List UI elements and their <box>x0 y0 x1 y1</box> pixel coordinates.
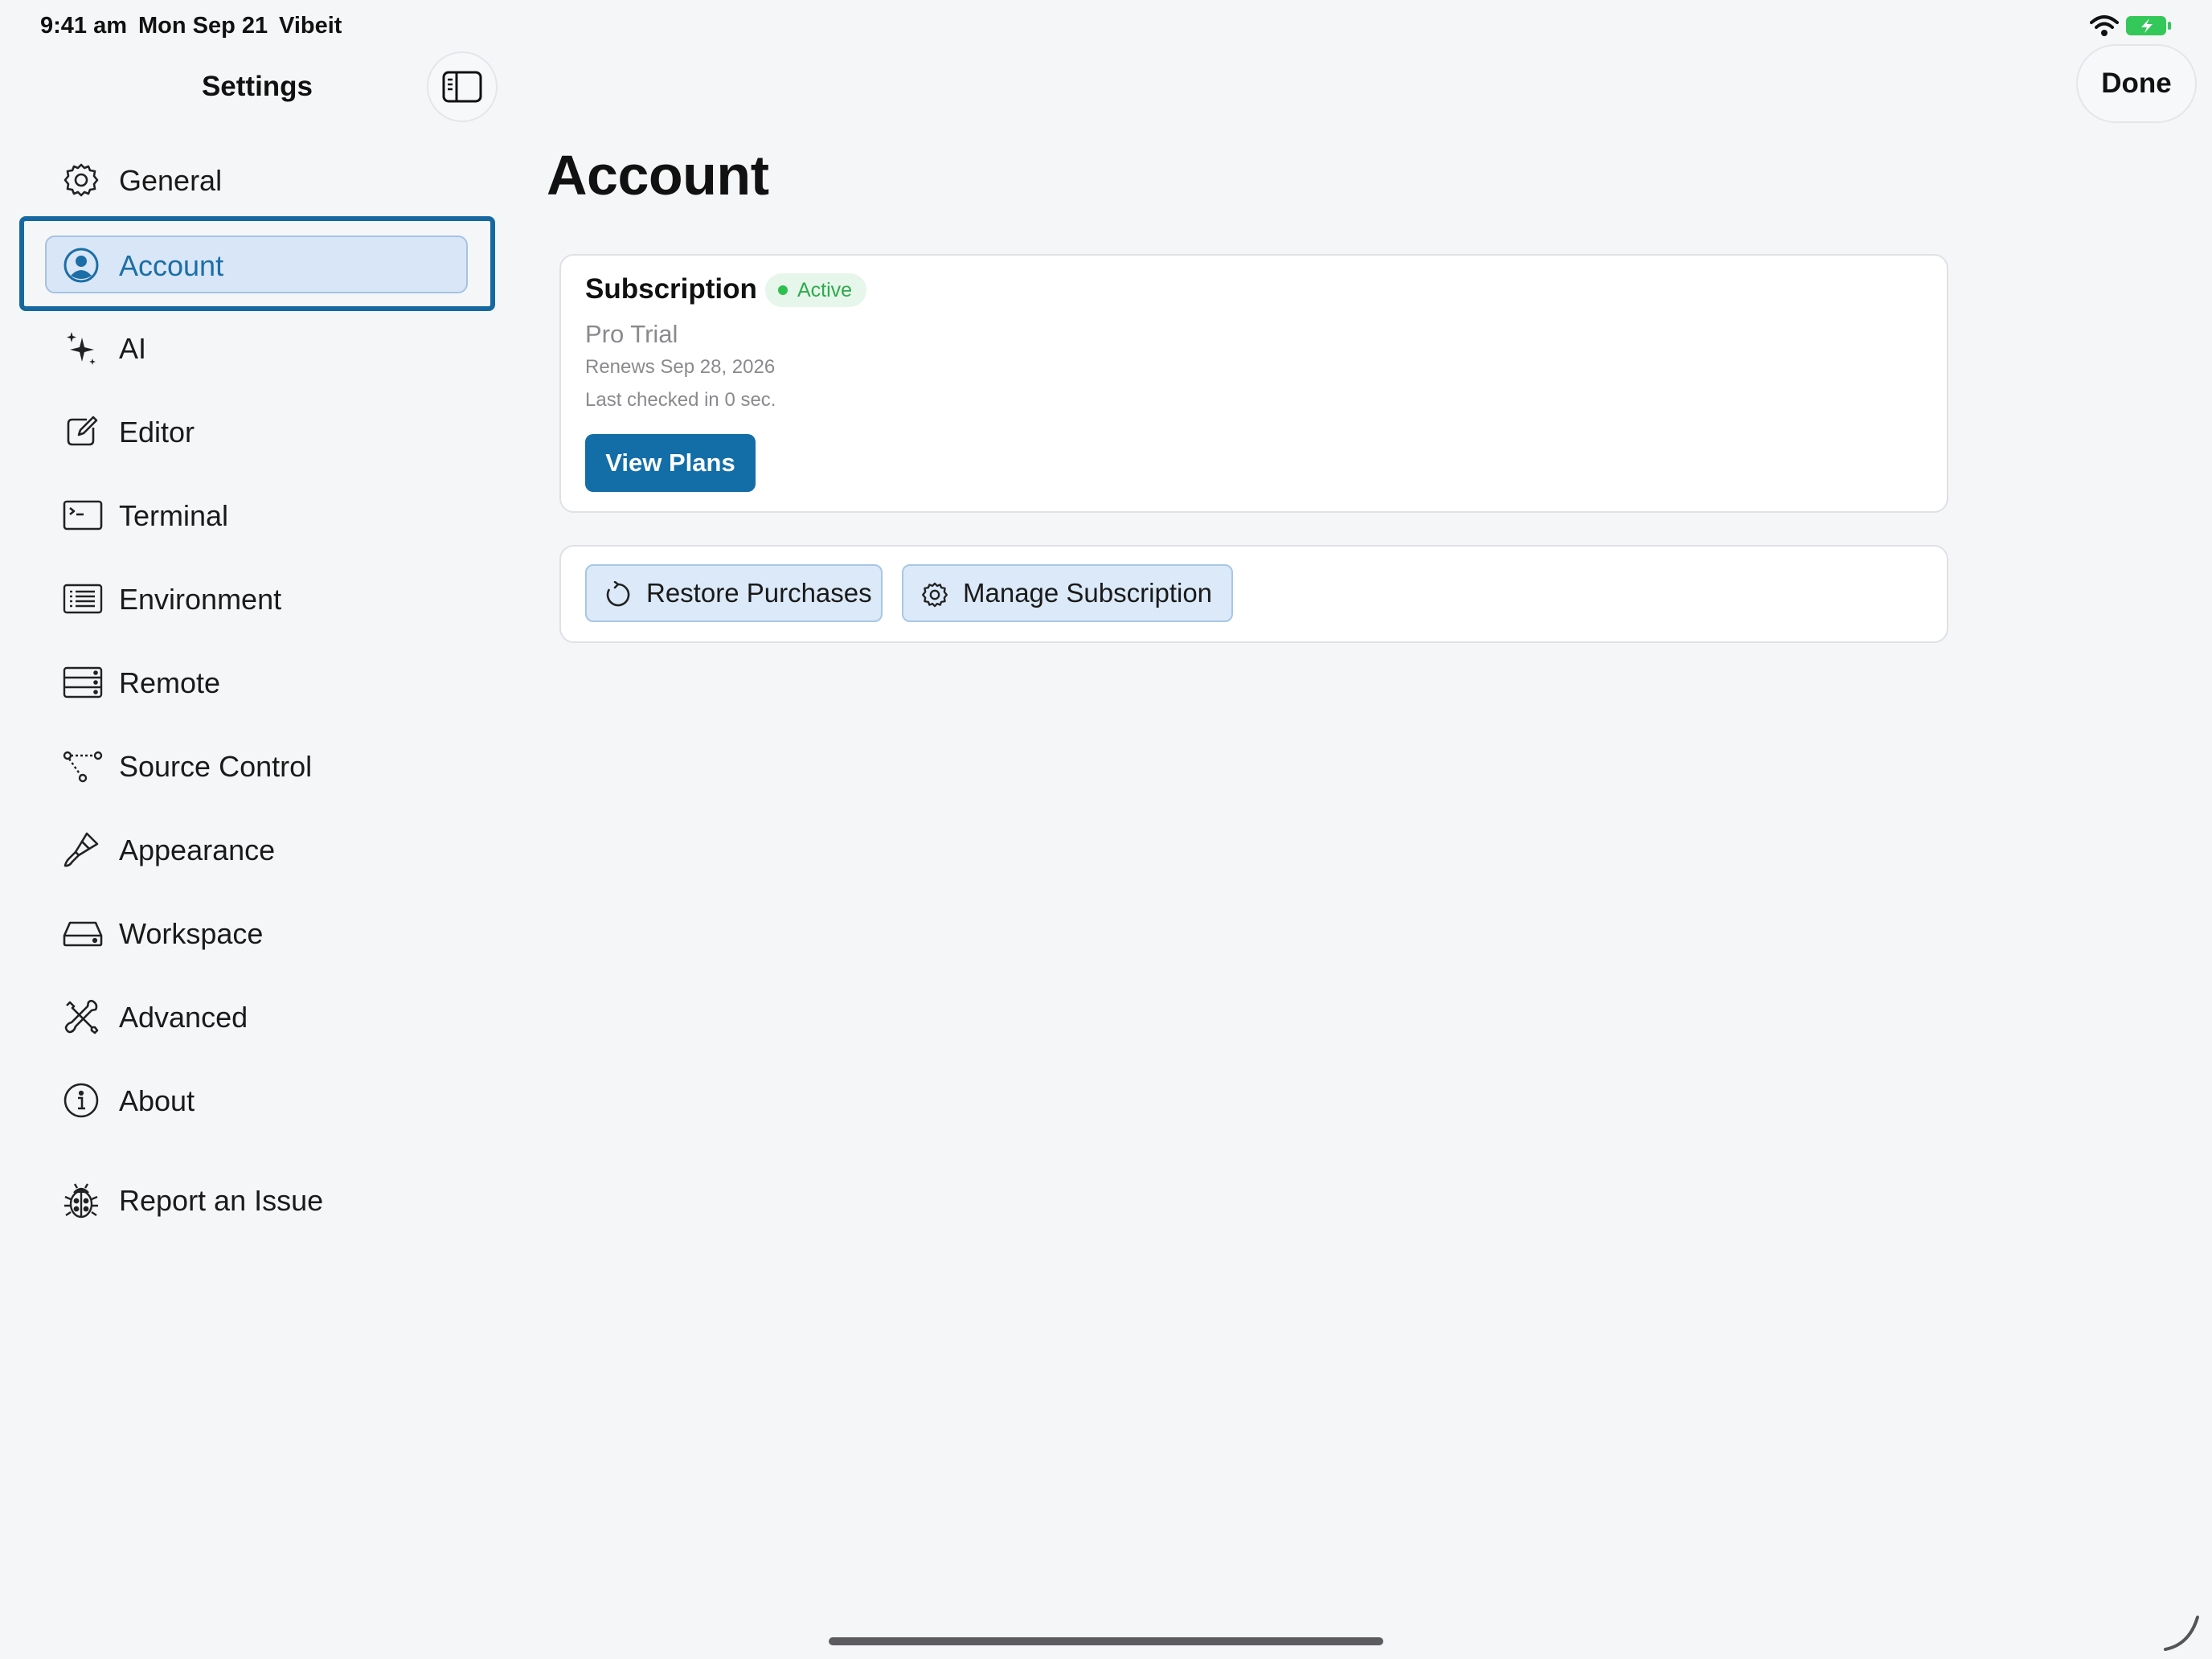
sidebar-icon <box>442 71 482 103</box>
wrench-screwdriver-icon <box>63 998 100 1035</box>
sidebar-item-advanced[interactable]: Advanced <box>45 987 495 1047</box>
sidebar-item-workspace[interactable]: Workspace <box>45 903 495 963</box>
refresh-icon <box>604 581 632 608</box>
ladybug-icon <box>63 1182 100 1219</box>
drive-icon <box>63 915 103 952</box>
sidebar-item-label: Report an Issue <box>119 1184 324 1217</box>
status-time: 9:41 am <box>40 13 128 39</box>
paintbrush-icon <box>63 831 100 868</box>
sidebar-item-about[interactable]: About <box>45 1071 495 1130</box>
sidebar-title: Settings <box>201 71 313 102</box>
sidebar-item-source-control[interactable]: Source Control <box>45 736 495 796</box>
sidebar-item-ai[interactable]: AI <box>45 318 495 378</box>
sidebar-toggle-button[interactable] <box>427 51 498 122</box>
sidebar-item-label: Terminal <box>119 499 229 532</box>
subscription-card: Subscription Active Pro Trial Renews Sep… <box>559 254 1948 513</box>
sidebar-item-label: Source Control <box>119 750 313 783</box>
sidebar-item-appearance[interactable]: Appearance <box>45 820 495 879</box>
branch-icon <box>63 748 103 784</box>
terminal-icon <box>63 497 103 534</box>
restore-purchases-label: Restore Purchases <box>646 578 872 608</box>
sidebar-item-label: Environment <box>119 583 282 616</box>
wifi-icon <box>2090 14 2119 37</box>
restore-purchases-button[interactable]: Restore Purchases <box>585 564 883 622</box>
list-rectangle-icon <box>63 580 103 617</box>
renewal-date: Renews Sep 28, 2026 <box>585 356 776 378</box>
corner-resize-handle <box>2162 1612 2202 1653</box>
info-circle-icon <box>63 1082 100 1119</box>
status-date: Mon Sep 21 <box>138 13 268 39</box>
page-title: Account <box>547 144 769 207</box>
status-bar: 9:41 am Mon Sep 21 Vibeit <box>0 0 2212 51</box>
sidebar-item-label: General <box>119 164 223 197</box>
sidebar-item-label: AI <box>119 332 147 365</box>
subscription-title: Subscription <box>585 273 757 305</box>
last-checked: Last checked in 0 sec. <box>585 389 776 411</box>
sidebar-item-general[interactable]: General <box>45 150 495 210</box>
person-circle-icon <box>63 247 100 284</box>
status-badge: Active <box>765 273 867 307</box>
status-badge-label: Active <box>797 279 853 301</box>
sparkles-icon <box>63 330 100 367</box>
sidebar-item-label: Appearance <box>119 834 276 866</box>
home-indicator[interactable] <box>829 1637 1383 1645</box>
purchase-actions-card: Restore Purchases Manage Subscription <box>559 545 1948 643</box>
manage-subscription-label: Manage Subscription <box>963 578 1213 608</box>
sidebar-item-label: About <box>119 1084 195 1117</box>
sidebar-item-label: Advanced <box>119 1001 248 1034</box>
sidebar-item-label: Workspace <box>119 917 264 950</box>
sidebar-item-remote[interactable]: Remote <box>45 653 495 712</box>
selection-highlight <box>45 236 468 293</box>
status-dot <box>778 285 788 295</box>
manage-subscription-button[interactable]: Manage Subscription <box>902 564 1233 622</box>
status-app-name: Vibeit <box>279 13 342 39</box>
gear-icon <box>921 581 948 608</box>
plan-name: Pro Trial <box>585 320 678 348</box>
sidebar-item-terminal[interactable]: Terminal <box>45 485 495 545</box>
server-rack-icon <box>63 664 103 701</box>
view-plans-button[interactable]: View Plans <box>585 434 756 492</box>
sidebar-item-account[interactable]: Account <box>45 236 495 295</box>
sidebar-item-label: Editor <box>119 416 195 449</box>
sidebar-item-label: Remote <box>119 666 221 699</box>
done-button[interactable]: Done <box>2076 44 2197 123</box>
sidebar-item-environment[interactable]: Environment <box>45 569 495 629</box>
battery-icon <box>2125 14 2172 37</box>
gear-icon <box>63 162 100 199</box>
sidebar-item-editor[interactable]: Editor <box>45 402 495 461</box>
square-pencil-icon <box>63 413 100 450</box>
sidebar-item-report-issue[interactable]: Report an Issue <box>45 1170 495 1230</box>
sidebar-item-label: Account <box>119 249 224 282</box>
